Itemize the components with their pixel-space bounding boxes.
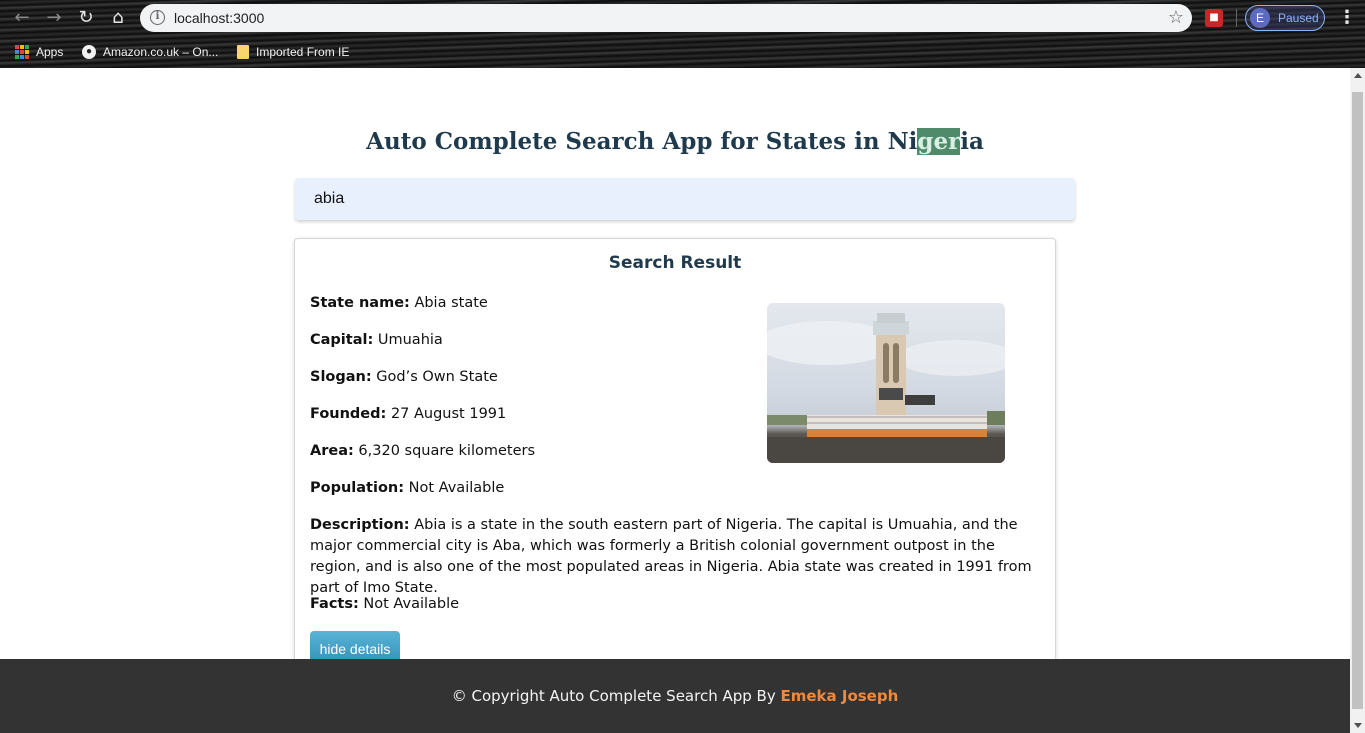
- folder-icon: [237, 45, 249, 59]
- field-value: Abia is a state in the south eastern par…: [310, 517, 1032, 596]
- bookmark-apps[interactable]: Apps: [15, 42, 63, 62]
- bookmark-label: Amazon.co.uk – On...: [103, 45, 219, 59]
- scrollbar-thumb[interactable]: [1352, 92, 1363, 709]
- bookmark-label: Apps: [36, 45, 64, 59]
- field-value: 27 August 1991: [390, 406, 507, 422]
- bookmark-amazon[interactable]: ● Amazon.co.uk – On...: [82, 42, 218, 62]
- profile-status: Paused: [1278, 11, 1319, 25]
- clock-tower-image: [767, 313, 1005, 463]
- apps-grid-icon: [15, 45, 29, 59]
- title-text-end: ia: [960, 128, 984, 155]
- back-arrow-icon[interactable]: ←: [11, 7, 33, 29]
- field-value: God’s Own State: [376, 369, 498, 385]
- bookmark-star-icon[interactable]: ☆: [1168, 7, 1184, 28]
- field-label: Description:: [310, 517, 410, 533]
- field-value: 6,320 square kilometers: [358, 443, 536, 459]
- title-highlight: ger: [917, 128, 961, 155]
- home-icon[interactable]: ⌂: [107, 7, 129, 29]
- profile-button[interactable]: E Paused: [1245, 5, 1325, 31]
- title-text: Auto Complete Search App for States in N…: [366, 128, 918, 155]
- bookmark-label: Imported From IE: [256, 45, 350, 59]
- more-menu-icon[interactable]: ⋮: [1338, 6, 1356, 30]
- field-label: Slogan:: [310, 369, 372, 385]
- page-scrollbar[interactable]: [1350, 68, 1365, 733]
- extension-icon[interactable]: ■: [1205, 9, 1223, 27]
- population-row: Population: Not Available: [310, 478, 504, 499]
- search-input[interactable]: [295, 178, 1075, 220]
- author-link[interactable]: Emeka Joseph: [781, 687, 899, 705]
- field-value: Abia state: [414, 295, 488, 311]
- state-name-row: State name: Abia state: [310, 293, 488, 314]
- reload-icon[interactable]: ↻: [75, 7, 97, 29]
- page-title: Auto Complete Search App for States in N…: [0, 128, 1350, 155]
- slogan-row: Slogan: God’s Own State: [310, 367, 498, 388]
- result-heading: Search Result: [608, 253, 742, 273]
- field-label: Founded:: [310, 406, 387, 422]
- browser-toolbar: ← → ↻ ⌂ i localhost:3000 ☆ ■ E Paused ⋮: [0, 0, 1365, 36]
- founded-row: Founded: 27 August 1991: [310, 404, 506, 425]
- browser-chrome: ← → ↻ ⌂ i localhost:3000 ☆ ■ E Paused ⋮ …: [0, 0, 1365, 68]
- field-value: Not Available: [363, 596, 460, 612]
- scroll-down-icon[interactable]: [1354, 723, 1362, 728]
- footer: © Copyright Auto Complete Search App By …: [0, 659, 1350, 733]
- capital-row: Capital: Umuahia: [310, 330, 443, 351]
- field-label: State name:: [310, 295, 410, 311]
- address-bar[interactable]: i localhost:3000 ☆: [140, 4, 1192, 32]
- avatar: E: [1250, 8, 1270, 28]
- page-content: Auto Complete Search App for States in N…: [0, 68, 1350, 733]
- field-label: Capital:: [310, 332, 374, 348]
- forward-arrow-icon[interactable]: →: [43, 7, 65, 29]
- bookmark-imported-from-ie[interactable]: Imported From IE: [237, 42, 349, 62]
- state-photo: [767, 303, 1005, 463]
- toolbar-divider: [1236, 9, 1237, 27]
- field-value: Not Available: [408, 480, 505, 496]
- area-row: Area: 6,320 square kilometers: [310, 441, 535, 462]
- url-text: localhost:3000: [174, 10, 265, 26]
- description-row: Description: Abia is a state in the sout…: [310, 515, 1040, 599]
- bookmarks-bar: Apps ● Amazon.co.uk – On... Imported Fro…: [0, 36, 1365, 68]
- copyright-label: © Copyright Auto Complete Search App By: [451, 687, 781, 705]
- site-info-icon[interactable]: i: [150, 10, 165, 25]
- field-label: Area:: [310, 443, 354, 459]
- facts-row: Facts: Not Available: [310, 594, 459, 615]
- globe-icon: ●: [82, 45, 96, 59]
- scroll-up-icon[interactable]: [1354, 73, 1362, 78]
- field-value: Umuahia: [377, 332, 443, 348]
- copyright-text: © Copyright Auto Complete Search App By …: [0, 687, 1350, 705]
- field-label: Facts:: [310, 596, 359, 612]
- field-label: Population:: [310, 480, 405, 496]
